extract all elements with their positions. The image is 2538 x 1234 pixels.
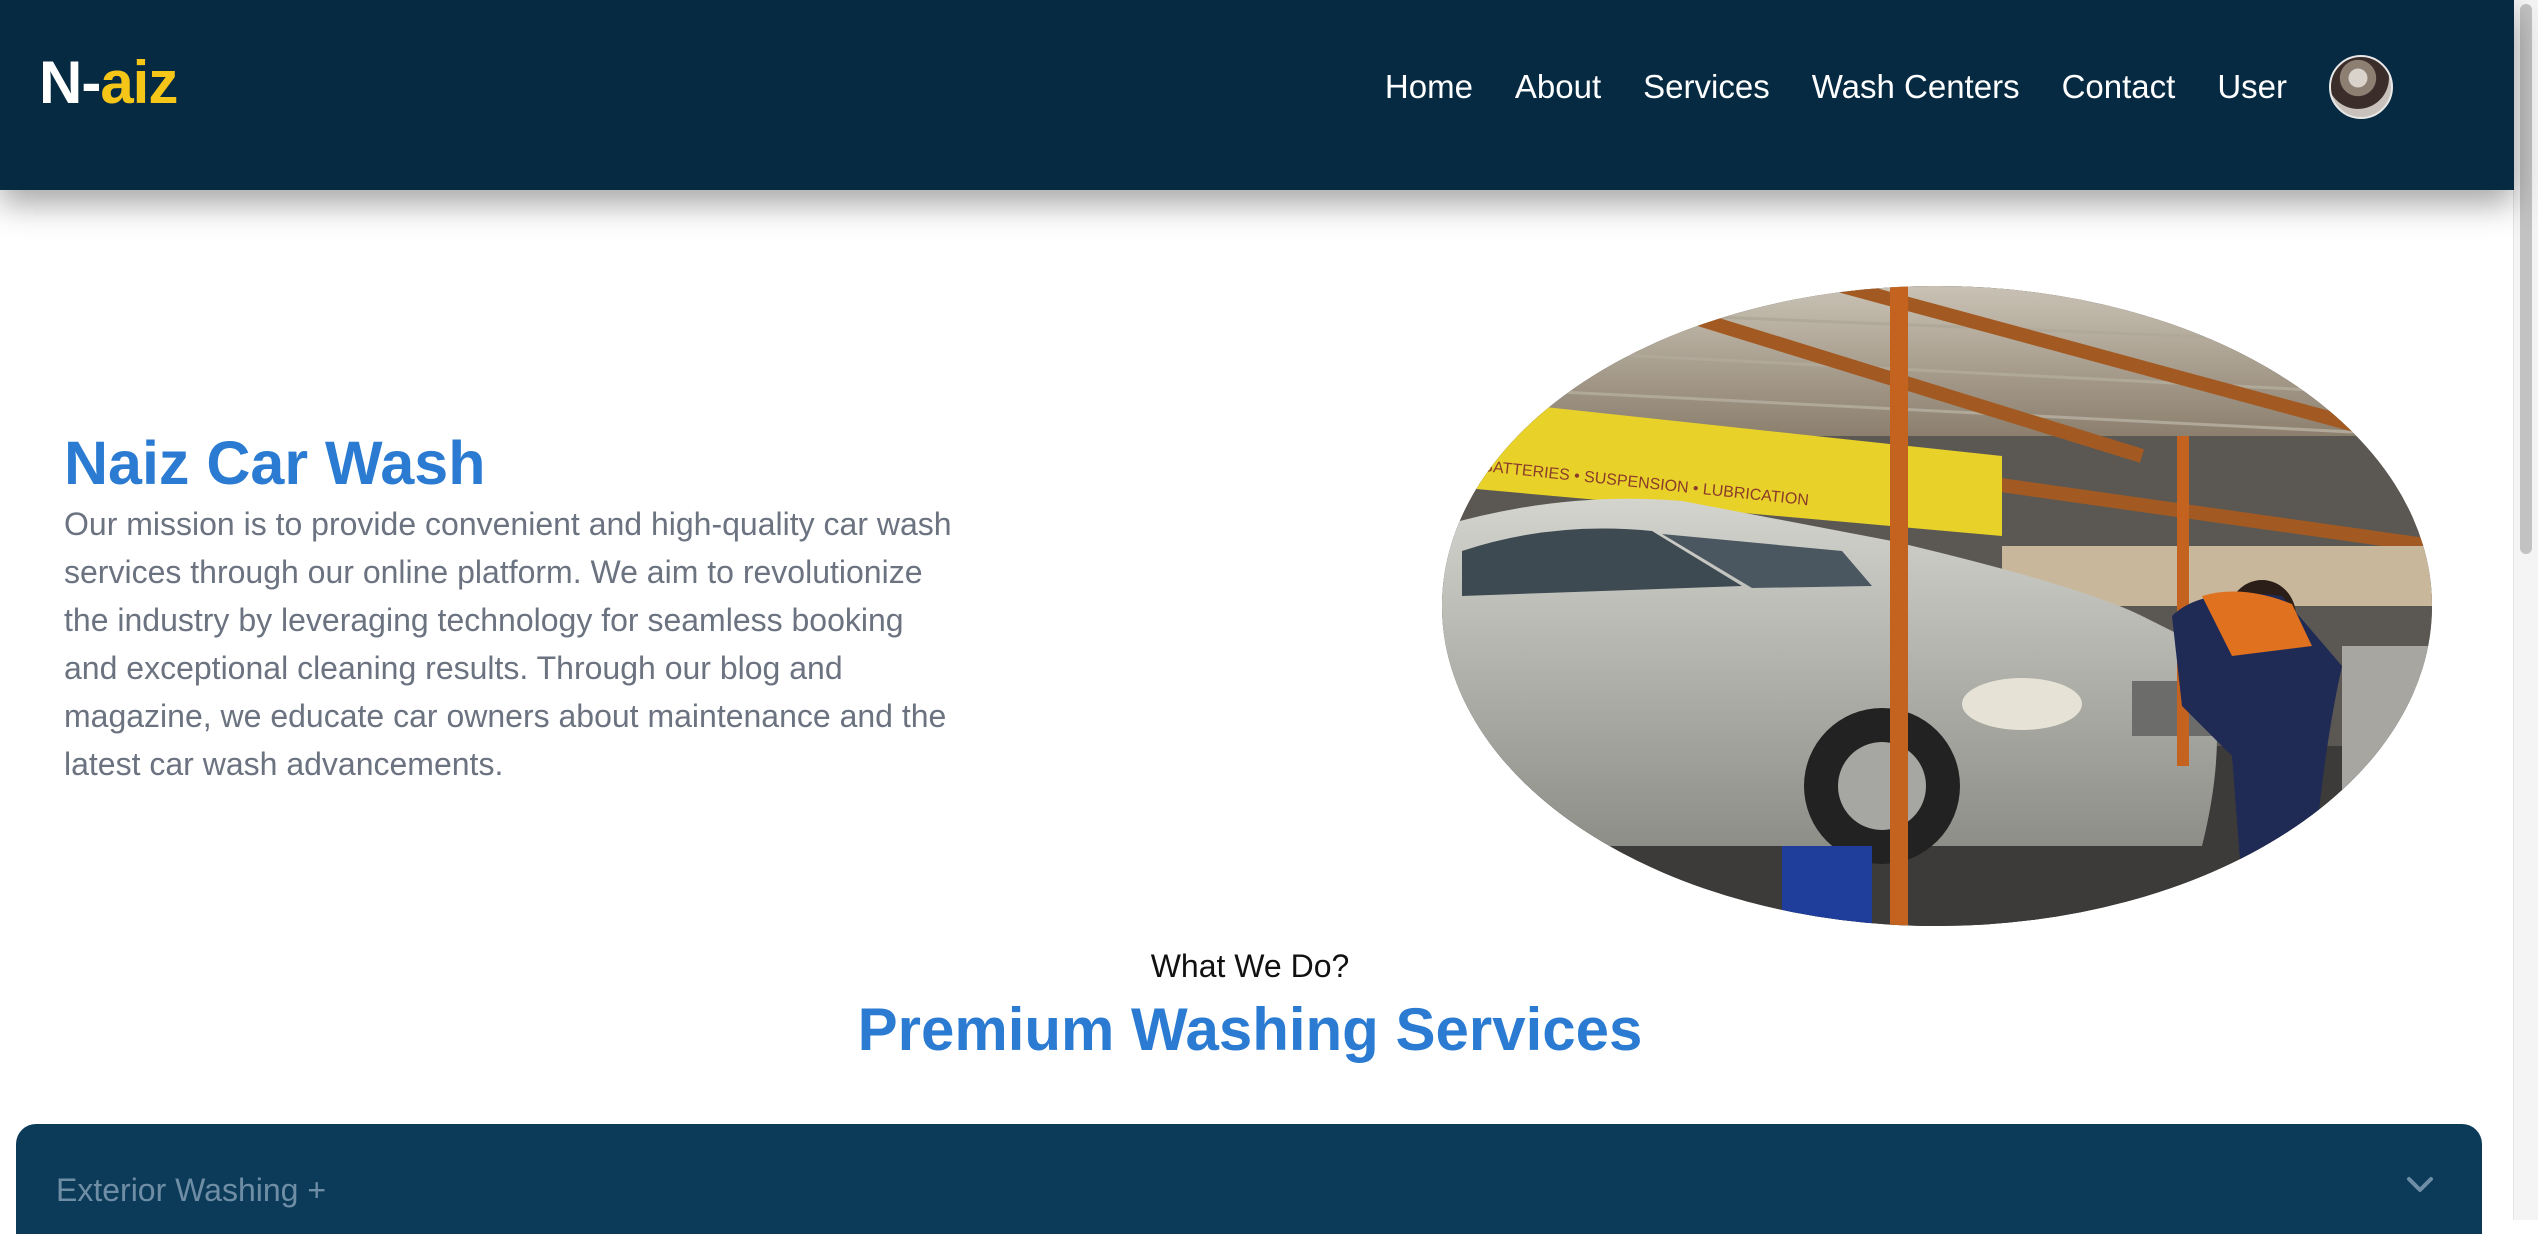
nav-services[interactable]: Services <box>1643 59 1770 115</box>
hero-title: Naiz Car Wash <box>64 429 486 497</box>
chevron-shape <box>2407 1177 2433 1192</box>
scrollbar-thumb[interactable] <box>2520 4 2532 554</box>
main-nav: Home About Services Wash Centers Contact… <box>1385 55 2393 119</box>
logo-part-2: aiz <box>100 49 178 116</box>
user-avatar[interactable] <box>2329 55 2393 119</box>
section-title: Premium Washing Services <box>857 996 1643 1063</box>
navbar: N-aiz Home About Services Wash Centers C… <box>0 0 2514 190</box>
nav-wash-centers[interactable]: Wash Centers <box>1812 59 2020 115</box>
car-wash-photo: BATTERIES • SUSPENSION • LUBRICATION <box>1442 286 2432 926</box>
accordion-label: Exterior Washing + <box>56 1172 327 1208</box>
hero-description: Our mission is to provide convenient and… <box>64 506 952 782</box>
nav-contact[interactable]: Contact <box>2062 59 2176 115</box>
logo-part-1: N- <box>39 49 101 116</box>
hero-image: BATTERIES • SUSPENSION • LUBRICATION <box>1442 286 2432 926</box>
nav-about[interactable]: About <box>1515 59 1601 115</box>
page-scrollbar[interactable] <box>2513 0 2538 1220</box>
logo[interactable]: N-aiz <box>39 48 178 118</box>
accordion-exterior-washing[interactable]: Exterior Washing + <box>16 1124 2482 1234</box>
chevron-down-icon[interactable] <box>2406 1176 2434 1199</box>
section-subheading: What We Do? <box>1150 948 1350 984</box>
nav-user[interactable]: User <box>2217 59 2287 115</box>
nav-home[interactable]: Home <box>1385 59 1473 115</box>
